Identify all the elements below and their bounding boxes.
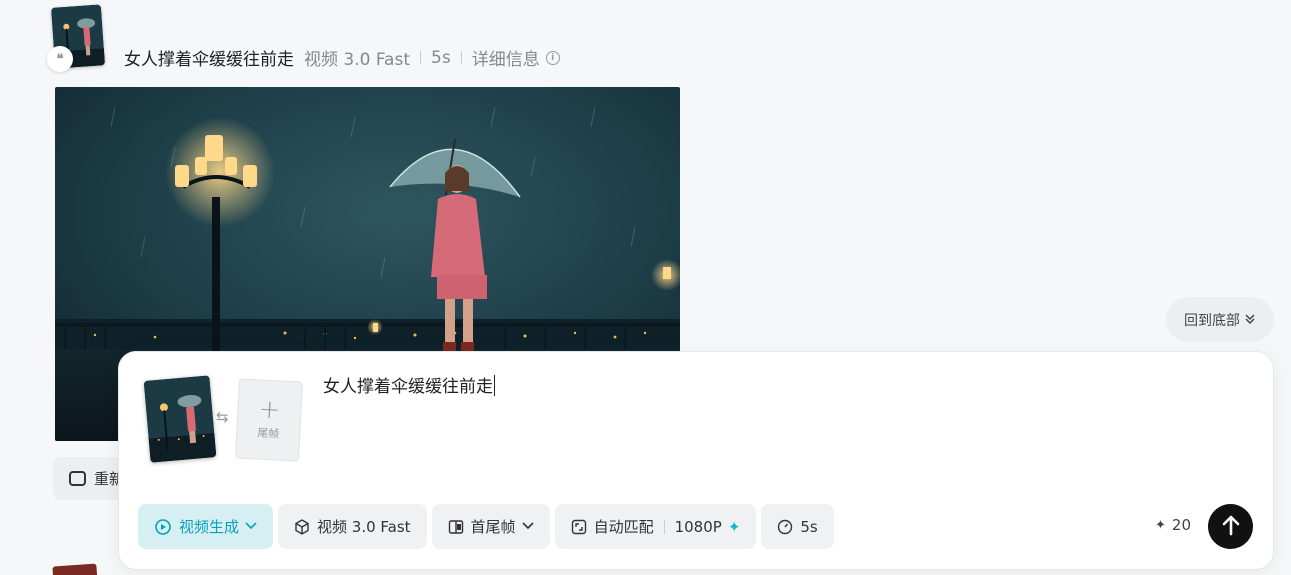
- resolution-label: 1080P: [674, 517, 722, 536]
- plus-icon: +: [257, 394, 282, 426]
- arrow-up-icon: [1221, 514, 1241, 540]
- divider: [460, 51, 462, 64]
- model-select[interactable]: 视频 3.0 Fast: [278, 504, 427, 549]
- info-icon: i: [545, 50, 560, 65]
- record-duration: 5s: [431, 47, 451, 68]
- next-record-thumbnail[interactable]: [52, 563, 98, 575]
- frame-mode-icon: [448, 519, 464, 535]
- model-label: 视频 3.0 Fast: [317, 518, 411, 536]
- back-to-bottom-button[interactable]: 回到底部: [1166, 297, 1274, 342]
- back-to-bottom-label: 回到底部: [1184, 312, 1240, 329]
- quote-icon: ❝: [47, 46, 73, 72]
- divider: [663, 519, 665, 534]
- record-model: 视频 3.0 Fast: [304, 50, 411, 70]
- duration-select[interactable]: 5s: [761, 504, 834, 549]
- frame-mode-select[interactable]: 首尾帧: [431, 504, 550, 549]
- swap-icon[interactable]: ⇆: [216, 408, 229, 426]
- last-frame-label: 尾帧: [256, 426, 280, 441]
- regenerate-icon: [69, 471, 86, 486]
- aspect-ratio-icon: [571, 519, 587, 535]
- divider: [420, 51, 422, 64]
- credits-value: 20: [1171, 516, 1191, 534]
- record-header: 女人撑着伞缓缓往前走 视频 3.0 Fast 5s 详细信息 i: [124, 45, 560, 70]
- mode-label: 视频生成: [179, 518, 240, 536]
- duration-label: 5s: [800, 517, 818, 536]
- first-frame-image[interactable]: [143, 375, 217, 463]
- record-prompt: 女人撑着伞缓缓往前走: [124, 50, 294, 70]
- clock-icon: [777, 519, 793, 535]
- ratio-label: 自动匹配: [593, 518, 654, 536]
- prompt-input[interactable]: 女人撑着伞缓缓往前走: [323, 372, 495, 397]
- chevron-down-icon: [245, 520, 257, 533]
- last-frame-upload[interactable]: + 尾帧: [234, 378, 304, 462]
- frame-mode-label: 首尾帧: [470, 518, 516, 536]
- prompt-text: 女人撑着伞缓缓往前走: [323, 377, 493, 397]
- credits-cost: ✦ 20: [1155, 516, 1191, 534]
- details-label: 详细信息: [471, 50, 540, 70]
- details-link[interactable]: 详细信息 i: [472, 45, 560, 70]
- send-button[interactable]: [1208, 504, 1253, 549]
- composer-panel: ⇆ + 尾帧 女人撑着伞缓缓往前走 视频生成 视频 3.0 Fast 首尾帧 自…: [118, 351, 1274, 570]
- composer-toolbar: 视频生成 视频 3.0 Fast 首尾帧 自动匹配 1080P ✦ 5s: [138, 504, 834, 549]
- video-generate-icon: [154, 518, 172, 536]
- mode-select[interactable]: 视频生成: [138, 504, 274, 549]
- sparkle-icon: ✦: [727, 517, 741, 536]
- ratio-resolution-select[interactable]: 自动匹配 1080P ✦: [554, 504, 757, 549]
- cube-icon: [294, 518, 310, 535]
- credit-star-icon: ✦: [1155, 517, 1166, 533]
- chevron-down-icon: [521, 520, 534, 533]
- double-chevron-down-icon: [1244, 313, 1256, 327]
- text-caret: [494, 375, 495, 396]
